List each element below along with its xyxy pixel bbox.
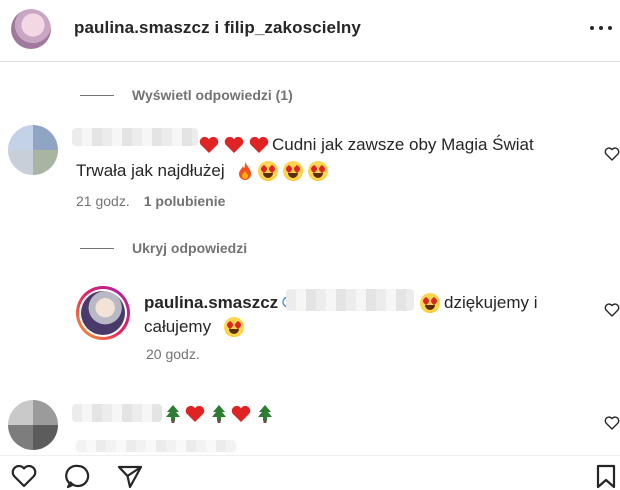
likes-count-link[interactable]: 1 polubienie bbox=[144, 193, 226, 209]
heart-eyes-emoji bbox=[258, 161, 278, 181]
blurred-username[interactable] bbox=[72, 128, 198, 146]
comment-meta: 21 godz. 1 polubienie bbox=[76, 193, 225, 209]
red-heart-emoji bbox=[249, 136, 269, 153]
reply-meta: 20 godz. bbox=[146, 346, 200, 362]
show-replies-button[interactable]: Wyświetl odpowiedzi (1) bbox=[80, 87, 293, 103]
comment-text: Cudni jak zawsze oby Magia Świat bbox=[272, 135, 534, 154]
header-avatar[interactable] bbox=[11, 9, 51, 49]
red-heart-emoji bbox=[231, 405, 251, 422]
heart-eyes-emoji bbox=[283, 161, 303, 181]
save-icon[interactable] bbox=[592, 462, 620, 490]
heart-outline-icon[interactable] bbox=[604, 415, 620, 431]
comment-icon[interactable] bbox=[64, 462, 92, 490]
share-icon[interactable] bbox=[116, 462, 144, 490]
blurred-username[interactable] bbox=[72, 404, 162, 422]
heart-outline-icon[interactable] bbox=[604, 302, 620, 318]
reply-avatar-story-ring[interactable] bbox=[76, 286, 130, 340]
post-action-bar bbox=[0, 455, 620, 489]
more-options-icon[interactable] bbox=[590, 20, 612, 36]
hide-replies-label: Ukryj odpowiedzi bbox=[132, 240, 248, 256]
divider-line bbox=[80, 94, 114, 96]
commenter-avatar[interactable] bbox=[8, 400, 58, 450]
reply-time: 20 godz. bbox=[146, 346, 200, 362]
comment-text: Trwała jak najdłużej bbox=[76, 161, 225, 180]
reply-text: dziękujemy i bbox=[444, 293, 538, 312]
comment-time: 21 godz. bbox=[76, 193, 130, 209]
commenter-avatar[interactable] bbox=[8, 125, 58, 175]
heart-outline-icon[interactable] bbox=[604, 146, 620, 162]
post-header: paulina.smaszcz i filip_zakoscielny bbox=[0, 0, 620, 62]
divider-line bbox=[80, 247, 114, 249]
christmas-tree-emoji bbox=[166, 405, 180, 423]
blurred-mention[interactable] bbox=[286, 289, 414, 311]
christmas-tree-emoji bbox=[212, 405, 226, 423]
red-heart-emoji bbox=[199, 136, 219, 153]
reply-text: całujemy bbox=[144, 317, 212, 336]
heart-eyes-emoji bbox=[308, 161, 328, 181]
red-heart-emoji bbox=[224, 136, 244, 153]
comment-meta-partial bbox=[76, 440, 236, 452]
post-authors[interactable]: paulina.smaszcz i filip_zakoscielny bbox=[74, 18, 361, 38]
heart-eyes-emoji bbox=[420, 293, 440, 313]
red-heart-emoji bbox=[185, 405, 205, 422]
hide-replies-button[interactable]: Ukryj odpowiedzi bbox=[80, 240, 247, 256]
reply-author[interactable]: paulina.smaszcz bbox=[144, 293, 278, 312]
like-icon[interactable] bbox=[10, 462, 38, 490]
heart-eyes-emoji bbox=[224, 317, 244, 337]
show-replies-label: Wyświetl odpowiedzi (1) bbox=[132, 87, 293, 103]
christmas-tree-emoji bbox=[258, 405, 272, 423]
reply-text: paulina.smaszcz bbox=[144, 291, 278, 315]
fire-emoji bbox=[239, 162, 251, 180]
